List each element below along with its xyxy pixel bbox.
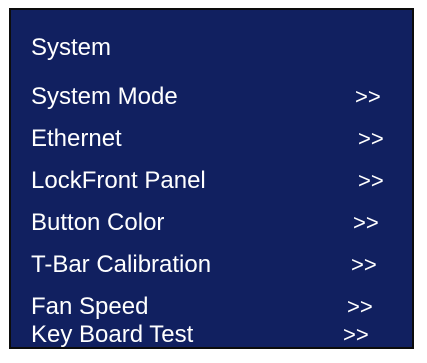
- menu-item-key-board-test[interactable]: Key Board Test >>: [11, 314, 412, 356]
- submenu-arrow-icon: >>: [343, 322, 369, 347]
- menu-item-system-mode[interactable]: System Mode >>: [11, 76, 412, 118]
- menu-item-label: LockFront Panel: [31, 167, 206, 194]
- menu-item-button-color[interactable]: Button Color >>: [11, 202, 412, 244]
- submenu-arrow-icon: >>: [358, 168, 384, 193]
- menu-item-t-bar-calibration[interactable]: T-Bar Calibration >>: [11, 244, 412, 286]
- menu-item-label: Key Board Test: [31, 321, 194, 348]
- submenu-arrow-icon: >>: [355, 84, 381, 109]
- menu-item-label: Ethernet: [31, 125, 122, 152]
- system-menu-panel: System System Mode >> Ethernet >> LockFr…: [9, 8, 414, 349]
- menu-title: System: [31, 34, 112, 61]
- submenu-arrow-icon: >>: [358, 126, 384, 151]
- menu-item-label: System Mode: [31, 83, 178, 110]
- submenu-arrow-icon: >>: [351, 252, 377, 277]
- menu-item-ethernet[interactable]: Ethernet >>: [11, 118, 412, 160]
- menu-item-label: Button Color: [31, 209, 165, 236]
- menu-item-label: T-Bar Calibration: [31, 251, 212, 278]
- menu-item-lockfront-panel[interactable]: LockFront Panel >>: [11, 160, 412, 202]
- submenu-arrow-icon: >>: [353, 210, 379, 235]
